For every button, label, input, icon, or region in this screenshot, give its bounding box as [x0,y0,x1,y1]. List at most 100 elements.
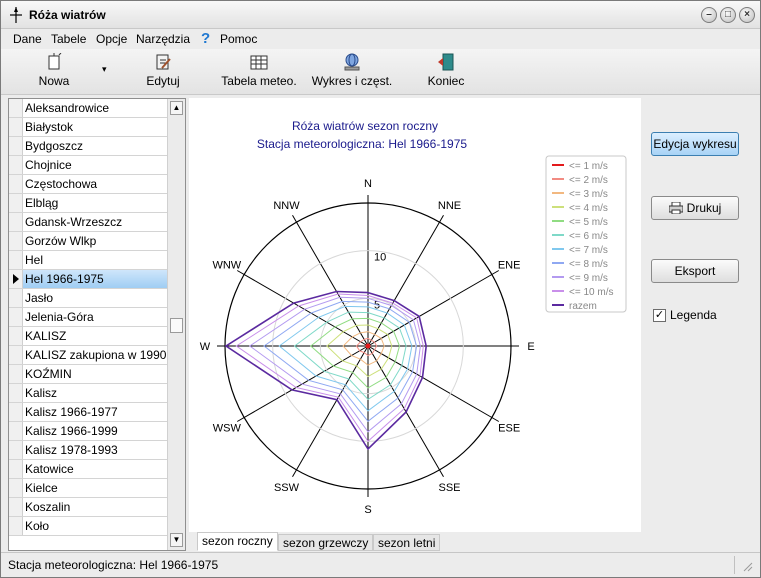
direction-label: WNW [212,260,241,272]
legend-label: <= 8 m/s [569,259,608,270]
scroll-down-arrow-icon[interactable]: ▼ [170,533,183,547]
station-name: Kielce [25,481,58,495]
station-name: Gorzów Wlkp [25,234,97,248]
legend-label: <= 9 m/s [569,273,608,284]
row-header-cell[interactable] [9,327,23,345]
legend-checkbox[interactable]: ✓ [653,309,666,322]
direction-label: W [200,341,211,353]
wind-rose-app-icon [10,7,22,23]
row-header-cell[interactable] [9,194,23,212]
menu-dane[interactable]: Dane [13,32,42,46]
station-list-item[interactable]: Bydgoszcz [9,137,167,156]
row-header-cell[interactable] [9,118,23,136]
station-list-item[interactable]: Jasło [9,289,167,308]
row-header-cell[interactable] [9,422,23,440]
menu-narzedzia[interactable]: Narzędzia [136,32,190,46]
close-button[interactable]: × [739,7,755,23]
chart-frequency-button[interactable]: Wykres i częst. [309,53,395,93]
station-list-item[interactable]: Koło [9,517,167,536]
status-bar: Stacja meteorologiczna: Hel 1966-1975 [1,552,760,577]
station-list-scrollbar[interactable]: ▲ ▼ [167,99,185,550]
station-list-item[interactable]: KALISZ [9,327,167,346]
menu-tabele[interactable]: Tabele [51,32,86,46]
tab-sezon-letni[interactable]: sezon letni [373,534,441,551]
station-list-item[interactable]: Białystok [9,118,167,137]
row-header-cell[interactable] [9,175,23,193]
new-dropdown-arrow-icon[interactable]: ▾ [102,64,107,75]
station-name: Kalisz [25,386,58,400]
new-button[interactable]: Nowa [31,53,77,93]
legend-label: <= 5 m/s [569,217,608,228]
station-list-item[interactable]: Elbląg [9,194,167,213]
row-header-cell[interactable] [9,403,23,421]
row-header-cell[interactable] [9,289,23,307]
table-grid-icon [250,55,268,70]
row-header-cell[interactable] [9,251,23,269]
row-header-cell[interactable] [9,517,23,535]
station-name: KALISZ zakupiona w 1990 [25,348,167,362]
window-title: Róża wiatrów [29,8,106,22]
station-list-item[interactable]: Kalisz 1966-1977 [9,403,167,422]
station-list-item[interactable]: Kalisz 1978-1993 [9,441,167,460]
row-header-cell[interactable] [9,346,23,364]
legend-label: <= 3 m/s [569,189,608,200]
station-list-item[interactable]: Kielce [9,479,167,498]
row-header-cell[interactable] [9,213,23,231]
station-list-item[interactable]: Jelenia-Góra [9,308,167,327]
row-header-cell[interactable] [9,270,23,288]
title-bar[interactable]: Róża wiatrów – □ × [1,1,760,29]
station-name: Koszalin [25,500,71,514]
meteo-table-label: Tabela meteo. [221,74,297,88]
station-list-item[interactable]: Kalisz 1966-1999 [9,422,167,441]
direction-label: ENE [498,260,521,272]
export-button[interactable]: Eksport [651,259,739,283]
tab-sezon-grzewczy[interactable]: sezon grzewczy [278,534,374,551]
station-list-item[interactable]: Hel 1966-1975 [9,270,167,289]
minimize-button[interactable]: – [701,7,717,23]
station-list[interactable]: Aleksandrowice Białystok Bydgoszcz Chojnice… [9,99,167,550]
menu-pomoc[interactable]: Pomoc [220,32,257,46]
station-list-item[interactable]: Chojnice [9,156,167,175]
meteo-table-button[interactable]: Tabela meteo. [216,53,302,93]
edit-document-icon [156,54,171,70]
row-header-cell[interactable] [9,365,23,383]
station-list-item[interactable]: Koszalin [9,498,167,517]
station-list-item[interactable]: Częstochowa [9,175,167,194]
station-name: KALISZ [25,329,67,343]
tab-sezon-roczny[interactable]: sezon roczny [197,532,278,551]
row-header-cell[interactable] [9,384,23,402]
print-button[interactable]: Drukuj [651,196,739,220]
maximize-button[interactable]: □ [720,7,736,23]
row-header-cell[interactable] [9,232,23,250]
row-header-cell[interactable] [9,308,23,326]
row-header-cell[interactable] [9,99,23,117]
status-text: Stacja meteorologiczna: Hel 1966-1975 [8,558,219,572]
app-window: Róża wiatrów – □ × Dane Tabele Opcje Nar… [0,0,761,578]
station-list-item[interactable]: KOŹMIN [9,365,167,384]
edit-chart-button[interactable]: Edycja wykresu [651,132,739,156]
row-header-cell[interactable] [9,137,23,155]
row-header-cell[interactable] [9,460,23,478]
menu-opcje[interactable]: Opcje [96,32,127,46]
station-list-item[interactable]: KALISZ zakupiona w 1990 [9,346,167,365]
station-list-item[interactable]: Kalisz [9,384,167,403]
row-header-cell[interactable] [9,156,23,174]
new-document-icon [48,53,62,70]
station-list-item[interactable]: Katowice [9,460,167,479]
legend-label: <= 1 m/s [569,161,608,172]
chart-title: Róża wiatrów sezon roczny [292,119,438,133]
station-list-item[interactable]: Gdansk-Wrzeszcz [9,213,167,232]
row-header-cell[interactable] [9,441,23,459]
station-name: Elbląg [25,196,59,210]
exit-button[interactable]: Koniec [421,53,471,93]
station-list-item[interactable]: Aleksandrowice [9,99,167,118]
station-list-item[interactable]: Hel [9,251,167,270]
row-header-cell[interactable] [9,498,23,516]
legend-label: <= 2 m/s [569,175,608,186]
scroll-thumb[interactable] [170,318,183,333]
row-header-cell[interactable] [9,479,23,497]
station-list-item[interactable]: Gorzów Wlkp [9,232,167,251]
scroll-up-arrow-icon[interactable]: ▲ [170,101,183,115]
edit-button[interactable]: Edytuj [139,53,187,93]
resize-grip-icon[interactable] [741,560,753,572]
